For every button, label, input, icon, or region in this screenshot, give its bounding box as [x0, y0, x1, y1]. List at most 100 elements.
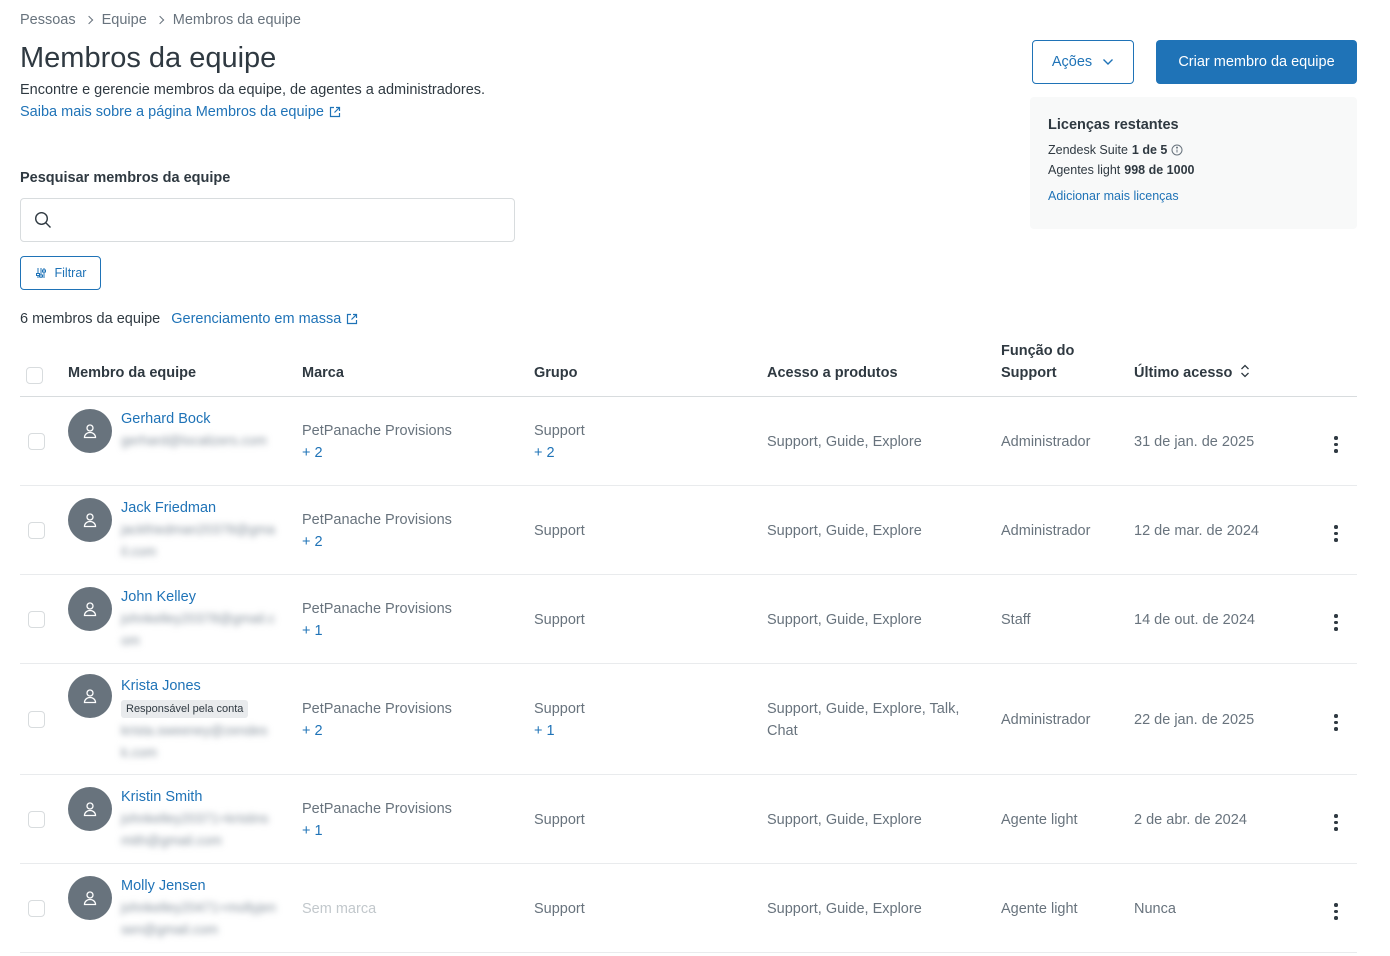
user-icon: [83, 601, 97, 616]
chevron-right-icon: [84, 15, 93, 25]
breadcrumb-item-equipe[interactable]: Equipe: [102, 12, 147, 28]
member-email: krista.sweeney@zendesk.com: [121, 723, 268, 760]
table-row[interactable]: John Kelley johnkelley20378@gmail.com Pe…: [20, 575, 1357, 664]
table-row[interactable]: Kristin Smith johnkelley20371+kristinsmi…: [20, 775, 1357, 864]
account-owner-badge: Responsável pela conta: [121, 700, 249, 718]
member-email: johnkelley20471+mollyjensen@gmail.com: [121, 900, 276, 937]
group-column: Support + 2: [534, 397, 754, 485]
breadcrumb-item-current: Membros da equipe: [172, 12, 301, 28]
header-member[interactable]: Membro da equipe: [68, 362, 196, 384]
row-menu-icon[interactable]: [1326, 713, 1346, 733]
row-menu-icon[interactable]: [1326, 813, 1346, 833]
light-license-value: 998 de 1000: [1124, 163, 1195, 177]
row-menu-icon[interactable]: [1326, 435, 1346, 455]
group-more-link[interactable]: + 1: [534, 720, 585, 742]
brand-more-link[interactable]: + 2: [302, 531, 452, 553]
brand-column: Sem marca: [302, 864, 522, 952]
suite-license-value: 1 de 5: [1131, 143, 1168, 157]
select-all-checkbox[interactable]: [26, 367, 43, 384]
licenses-panel: Licenças restantes Zendesk Suite 1 de 5 …: [1030, 97, 1357, 229]
role-cell: Administrador: [1001, 433, 1091, 450]
members-table: Membro da equipe Marca Grupo Acesso a pr…: [20, 336, 1357, 953]
member-email: gerhard@localizers.com: [121, 433, 267, 448]
filter-button[interactable]: Filtrar: [20, 256, 101, 290]
external-link-icon: [329, 106, 340, 118]
header-role[interactable]: Função do Support: [1001, 340, 1074, 384]
group-name: Support: [534, 700, 585, 717]
actions-dropdown-button[interactable]: Ações: [1032, 40, 1134, 84]
last-access-cell: 2 de abr. de 2024: [1134, 811, 1247, 828]
page-title: Membros da equipe: [20, 42, 277, 74]
search-box[interactable]: [20, 198, 515, 242]
search-label: Pesquisar membros da equipe: [20, 170, 231, 186]
avatar: [68, 674, 112, 718]
info-icon[interactable]: [1171, 144, 1183, 156]
brand-column: PetPanache Provisions + 2: [302, 397, 522, 485]
header-group[interactable]: Grupo: [534, 362, 578, 384]
table-row[interactable]: Molly Jensen johnkelley20471+mollyjensen…: [20, 864, 1357, 953]
add-licenses-link[interactable]: Adicionar mais licenças: [1048, 189, 1339, 203]
user-icon: [83, 801, 97, 816]
group-cell: Support + 2: [534, 420, 585, 464]
brand-more-link[interactable]: + 2: [302, 442, 452, 464]
member-name-link[interactable]: Molly Jensen: [121, 875, 276, 897]
row-checkbox[interactable]: [28, 521, 45, 539]
row-menu-icon[interactable]: [1326, 613, 1346, 633]
user-icon: [83, 890, 97, 905]
bulk-management-link[interactable]: Gerenciamento em massa: [171, 311, 358, 327]
row-checkbox[interactable]: [28, 710, 45, 728]
chevron-right-icon: [155, 15, 165, 25]
products-cell: Support, Guide, Explore: [767, 611, 922, 628]
member-name-link[interactable]: John Kelley: [121, 586, 276, 608]
row-menu-icon[interactable]: [1326, 902, 1346, 922]
header-last-access[interactable]: Último acesso: [1134, 362, 1250, 384]
header-last-access-label: Último acesso: [1134, 365, 1233, 381]
brand-more-link[interactable]: + 2: [302, 720, 452, 742]
light-license-line: Agentes light 998 de 1000: [1048, 163, 1339, 177]
brand-cell: PetPanache Provisions + 1: [302, 598, 452, 642]
member-name-link[interactable]: Kristin Smith: [121, 786, 276, 808]
member-cell: Krista Jones Responsável pela conta kris…: [121, 675, 276, 764]
create-team-member-button[interactable]: Criar membro da equipe: [1156, 40, 1357, 84]
row-checkbox[interactable]: [28, 432, 45, 450]
group-column: Support + 1: [534, 664, 754, 774]
last-access-cell: 12 de mar. de 2024: [1134, 522, 1259, 539]
group-more-link[interactable]: + 2: [534, 442, 585, 464]
row-checkbox[interactable]: [28, 610, 45, 628]
brand-name: PetPanache Provisions: [302, 511, 452, 528]
group-column: Support: [534, 486, 754, 574]
group-name: Support: [534, 811, 585, 828]
brand-more-link[interactable]: + 1: [302, 620, 452, 642]
table-header: Membro da equipe Marca Grupo Acesso a pr…: [20, 336, 1357, 397]
group-cell: Support: [534, 809, 585, 831]
last-access-cell: 22 de jan. de 2025: [1134, 711, 1255, 728]
brand-cell: PetPanache Provisions + 1: [302, 798, 452, 842]
last-access-cell: 14 de out. de 2024: [1134, 611, 1255, 628]
table-row[interactable]: Krista Jones Responsável pela conta kris…: [20, 664, 1357, 775]
avatar: [68, 786, 112, 831]
member-name-link[interactable]: Krista Jones: [121, 675, 276, 697]
brand-name: PetPanache Provisions: [302, 800, 452, 817]
member-cell: Molly Jensen johnkelley20471+mollyjensen…: [121, 875, 276, 941]
chevron-down-icon: [1103, 59, 1114, 65]
breadcrumb-item-pessoas[interactable]: Pessoas: [20, 12, 76, 28]
brand-column: PetPanache Provisions + 2: [302, 486, 522, 574]
member-name-link[interactable]: Jack Friedman: [121, 497, 276, 519]
avatar: [68, 875, 112, 920]
learn-more-link[interactable]: Saiba mais sobre a página Membros da equ…: [20, 104, 341, 120]
table-row[interactable]: Jack Friedman jackfriedman20378@gmail.co…: [20, 486, 1357, 575]
brand-more-link[interactable]: + 1: [302, 820, 452, 842]
products-cell: Support, Guide, Explore: [767, 433, 922, 450]
members-count-line: 6 membros da equipe Gerenciamento em mas…: [20, 311, 358, 327]
member-name-link[interactable]: Gerhard Bock: [121, 408, 276, 430]
group-name: Support: [534, 611, 585, 628]
table-row[interactable]: Gerhard Bock gerhard@localizers.com PetP…: [20, 397, 1357, 486]
row-checkbox[interactable]: [28, 810, 45, 828]
group-name: Support: [534, 522, 585, 539]
search-input[interactable]: [65, 207, 505, 233]
sort-icon: [1241, 364, 1250, 378]
row-checkbox[interactable]: [28, 899, 45, 917]
header-products[interactable]: Acesso a produtos: [767, 362, 898, 384]
header-brand[interactable]: Marca: [302, 362, 344, 384]
row-menu-icon[interactable]: [1326, 524, 1346, 544]
